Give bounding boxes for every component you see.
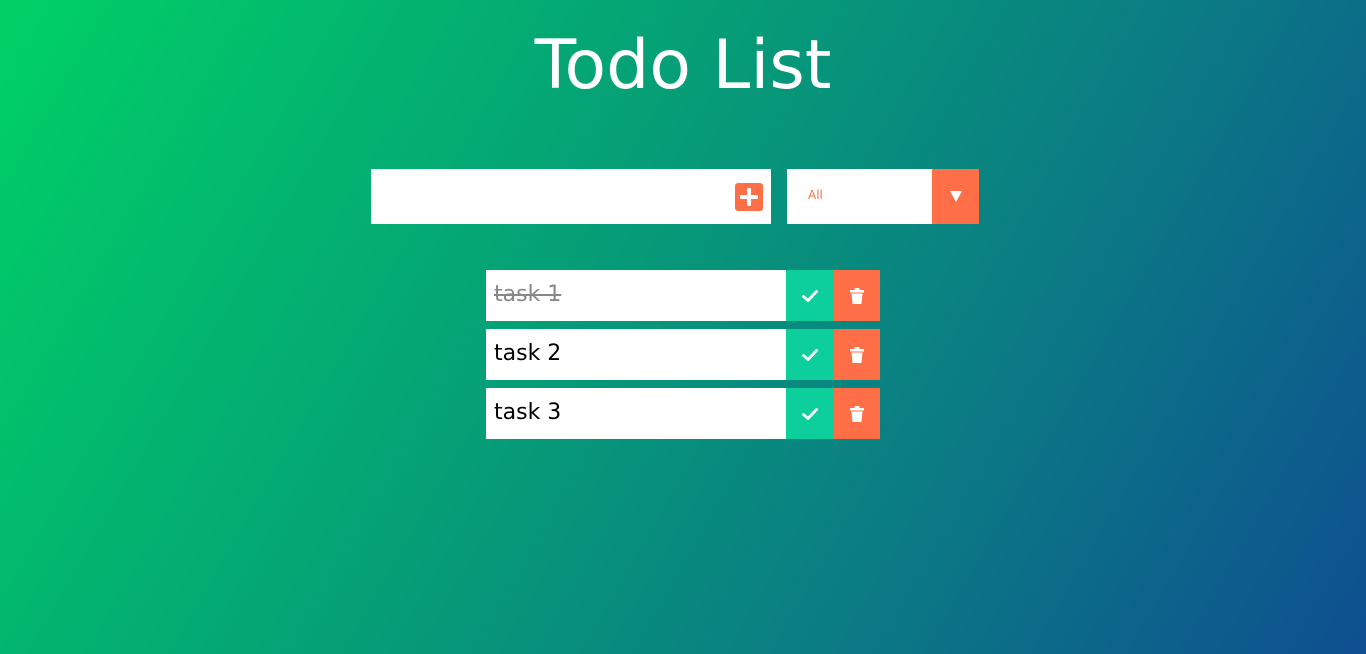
todo-text: task 2	[494, 341, 562, 366]
add-todo-button[interactable]	[735, 183, 763, 211]
caret-down-icon	[950, 191, 962, 202]
delete-button[interactable]	[834, 270, 880, 321]
delete-button[interactable]	[834, 388, 880, 439]
todo-input[interactable]	[371, 169, 721, 224]
todo-item: task 2	[486, 329, 880, 380]
trash-icon	[850, 405, 864, 422]
check-icon	[802, 407, 818, 420]
add-todo-form	[371, 169, 771, 224]
complete-button[interactable]	[786, 270, 834, 321]
delete-button[interactable]	[834, 329, 880, 380]
complete-button[interactable]	[786, 388, 834, 439]
todo-item: task 3	[486, 388, 880, 439]
trash-icon	[850, 346, 864, 363]
todo-text: task 1	[494, 282, 562, 307]
filter-select[interactable]: All	[787, 169, 979, 224]
todo-list: task 1 task 2 task 3	[486, 270, 880, 447]
complete-button[interactable]	[786, 329, 834, 380]
filter-selected-value: All	[808, 188, 823, 202]
trash-icon	[850, 287, 864, 304]
filter-dropdown-button[interactable]	[932, 169, 979, 224]
todo-item: task 1	[486, 270, 880, 321]
check-icon	[802, 348, 818, 361]
page-title: Todo List	[534, 26, 832, 105]
todo-text: task 3	[494, 400, 562, 425]
check-icon	[802, 289, 818, 302]
